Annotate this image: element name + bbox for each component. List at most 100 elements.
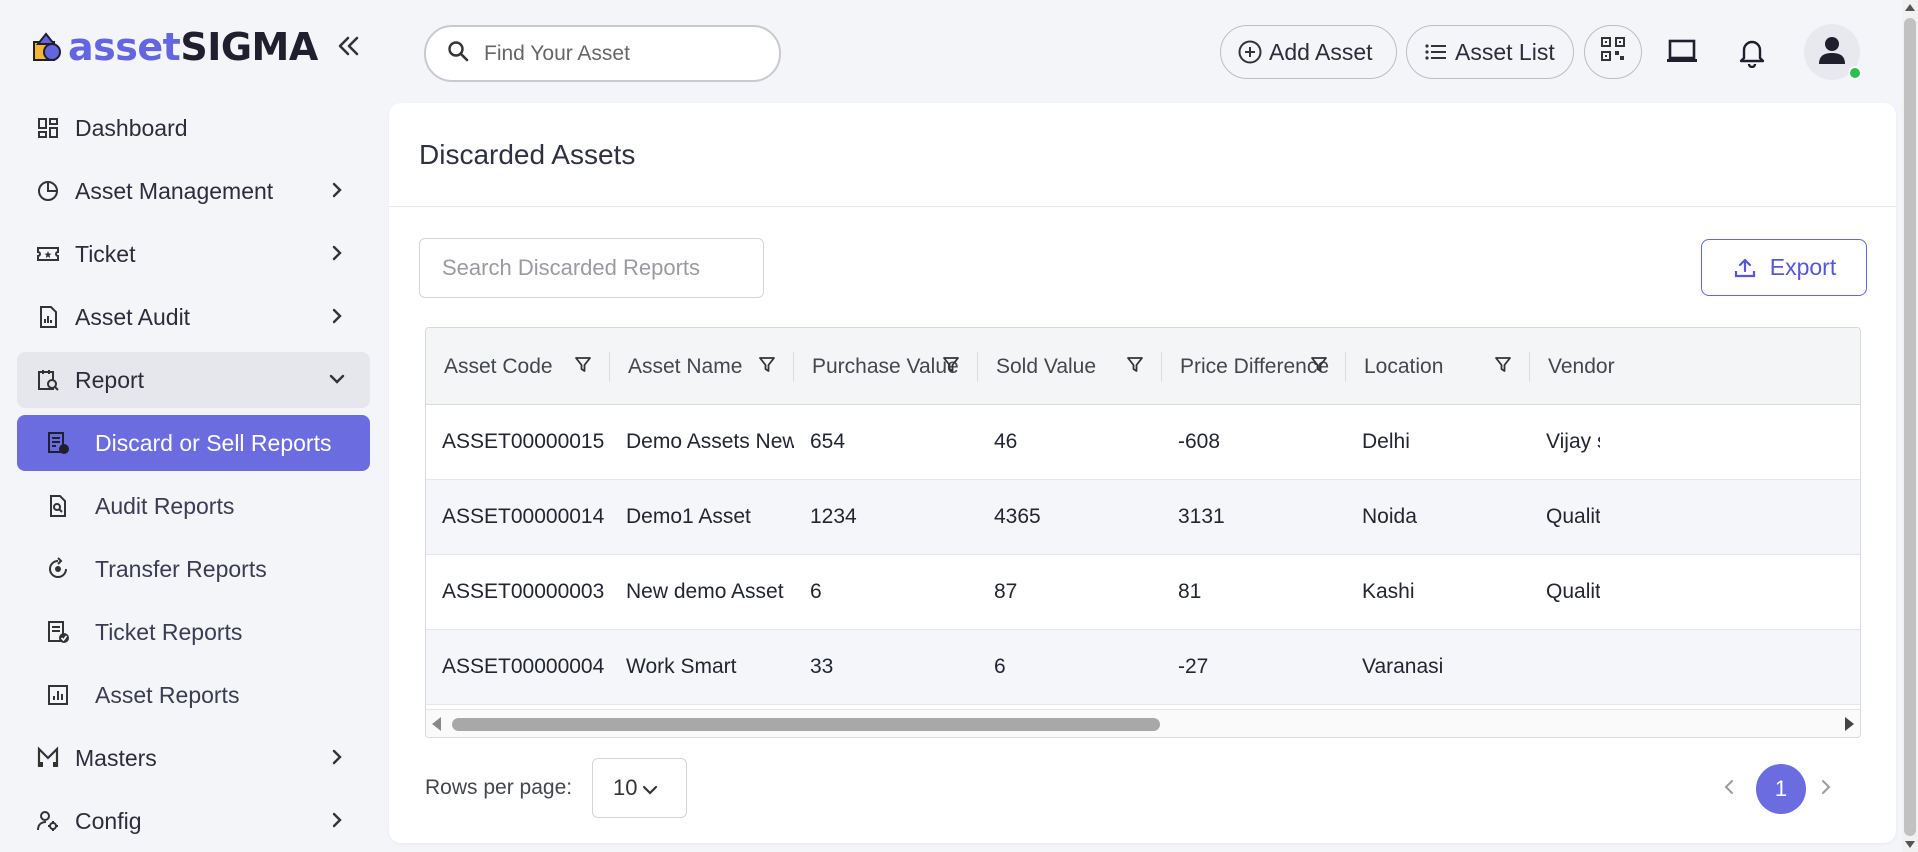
- filter-icon[interactable]: [758, 356, 776, 374]
- sidebar: assetSIGMA Dashboard Asset Management Ti…: [0, 0, 388, 852]
- online-status-dot: [1848, 66, 1862, 80]
- chevron-right-icon: [326, 242, 348, 264]
- filter-icon[interactable]: [1494, 356, 1512, 374]
- rows-per-page-select[interactable]: 10: [592, 758, 687, 818]
- cell-location: Delhi: [1362, 430, 1410, 453]
- global-search[interactable]: [424, 25, 781, 82]
- table-row[interactable]: ASSET00000003 New demo Asset 6 87 81 Kas…: [426, 555, 1860, 630]
- logo-text: assetSIGMA: [68, 25, 318, 69]
- sidebar-subitem-discard-or-sell-reports[interactable]: Discard or Sell Reports: [17, 415, 370, 471]
- column-header-asset-code[interactable]: Asset Code: [426, 328, 610, 405]
- sidebar-item-asset-audit[interactable]: Asset Audit: [17, 289, 370, 345]
- table-row[interactable]: ASSET00000014 Demo1 Asset 1234 4365 3131…: [426, 480, 1860, 555]
- table-row[interactable]: ASSET00000015 Demo Assets New 654 46 -60…: [426, 405, 1860, 480]
- filter-icon[interactable]: [574, 356, 592, 374]
- page-vertical-scrollbar[interactable]: [1902, 0, 1918, 852]
- filter-icon[interactable]: [1126, 356, 1144, 374]
- sidebar-item-ticket[interactable]: Ticket: [17, 226, 370, 282]
- qr-scan-button[interactable]: [1584, 25, 1642, 79]
- collapse-sidebar-icon[interactable]: [332, 30, 364, 62]
- sidebar-subitem-label: Audit Reports: [95, 492, 235, 519]
- table-horizontal-scrollbar[interactable]: [426, 709, 1860, 737]
- scroll-right-arrow-icon[interactable]: [1845, 717, 1854, 731]
- sidebar-item-asset-management[interactable]: Asset Management: [17, 163, 370, 219]
- cell-price-difference: -608: [1178, 430, 1221, 453]
- cell-price-difference: 3131: [1178, 505, 1225, 528]
- cell-asset-name: Work Smart: [626, 655, 737, 678]
- previous-page-icon[interactable]: [1714, 771, 1746, 803]
- search-icon: [446, 39, 470, 68]
- scroll-up-arrow-icon[interactable]: [1905, 4, 1915, 11]
- column-header-price-difference[interactable]: Price Difference: [1162, 328, 1346, 405]
- column-header-vendor[interactable]: Vendor: [1530, 328, 1714, 405]
- table-header: Asset Code Asset Name Purchase Value Sol…: [426, 328, 1860, 405]
- sidebar-item-label: Ticket: [75, 240, 136, 267]
- asset-list-button[interactable]: Asset List: [1406, 25, 1574, 79]
- chevron-down-icon: [641, 779, 659, 797]
- sidebar-item-dashboard[interactable]: Dashboard: [17, 100, 370, 156]
- cell-sold-value: 87: [994, 580, 1018, 603]
- asset-list-label: Asset List: [1455, 38, 1555, 65]
- upload-icon: [1732, 255, 1758, 281]
- scrollbar-thumb[interactable]: [452, 718, 1160, 731]
- transfer-report-icon: [45, 556, 71, 582]
- next-page-icon[interactable]: [1809, 771, 1841, 803]
- add-asset-button[interactable]: Add Asset: [1220, 25, 1397, 79]
- sidebar-subitem-ticket-reports[interactable]: Ticket Reports: [17, 604, 370, 660]
- user-settings-icon: [35, 808, 61, 834]
- column-header-sold-value[interactable]: Sold Value: [978, 328, 1162, 405]
- rows-per-page-label: Rows per page:: [425, 776, 573, 799]
- notification-bell-icon[interactable]: [1730, 30, 1774, 74]
- column-header-asset-name[interactable]: Asset Name: [610, 328, 794, 405]
- list-icon: [1423, 39, 1449, 65]
- scroll-left-arrow-icon[interactable]: [432, 717, 441, 731]
- ticket-report-icon: [45, 619, 71, 645]
- sidebar-subitem-transfer-reports[interactable]: Transfer Reports: [17, 541, 370, 597]
- scrollbar-thumb[interactable]: [1904, 18, 1916, 836]
- user-avatar[interactable]: [1804, 24, 1862, 80]
- brand-logo[interactable]: assetSIGMA: [32, 24, 318, 70]
- cell-vendor: [1530, 630, 1600, 704]
- title-divider: [389, 206, 1896, 207]
- sidebar-item-config[interactable]: Config: [17, 793, 370, 849]
- filter-icon[interactable]: [942, 356, 960, 374]
- filter-icon[interactable]: [1310, 356, 1328, 374]
- sidebar-item-label: Report: [75, 366, 145, 393]
- chevron-right-icon: [326, 179, 348, 201]
- cell-asset-code: ASSET00000004: [442, 655, 605, 678]
- sidebar-subitem-label: Transfer Reports: [95, 555, 267, 582]
- cell-location: Noida: [1362, 505, 1417, 528]
- column-header-purchase-value[interactable]: Purchase Value: [794, 328, 978, 405]
- audit-report-icon: [45, 493, 71, 519]
- sidebar-item-masters[interactable]: Masters: [17, 730, 370, 786]
- page-title: Discarded Assets: [419, 139, 636, 170]
- sidebar-subitem-label: Discard or Sell Reports: [95, 429, 332, 456]
- scroll-down-arrow-icon[interactable]: [1905, 841, 1915, 848]
- search-discarded-reports-input[interactable]: [419, 238, 764, 298]
- cell-vendor: Quality: [1546, 505, 1600, 528]
- logo-mark-icon: [32, 30, 64, 64]
- dashboard-icon: [35, 115, 61, 141]
- cell-asset-code: ASSET00000015: [442, 430, 605, 453]
- sidebar-subitem-asset-reports[interactable]: Asset Reports: [17, 667, 370, 723]
- table-row[interactable]: ASSET00000004 Work Smart 33 6 -27 Varana…: [426, 630, 1860, 705]
- sidebar-item-label: Asset Management: [75, 177, 274, 204]
- export-button[interactable]: Export: [1701, 239, 1867, 296]
- sidebar-subitem-label: Ticket Reports: [95, 618, 243, 645]
- column-header-location[interactable]: Location: [1346, 328, 1530, 405]
- sidebar-nav: Dashboard Asset Management Ticket Asset …: [17, 100, 370, 852]
- page-number-button[interactable]: 1: [1756, 764, 1806, 814]
- sidebar-item-report[interactable]: Report: [17, 352, 370, 408]
- discarded-assets-card: Discarded Assets Export Asset Code Asset…: [389, 103, 1896, 843]
- sidebar-item-label: Dashboard: [75, 114, 188, 141]
- laptop-icon[interactable]: [1660, 30, 1704, 74]
- chevron-right-icon: [326, 746, 348, 768]
- cell-asset-name: New demo Asset: [626, 580, 784, 603]
- asset-report-icon: [45, 682, 71, 708]
- report-search-icon: [35, 367, 61, 393]
- cell-vendor: Quality: [1546, 580, 1600, 603]
- cell-purchase-value: 654: [810, 430, 846, 453]
- discard-report-icon: [45, 430, 71, 456]
- global-search-input[interactable]: [484, 41, 754, 66]
- sidebar-subitem-audit-reports[interactable]: Audit Reports: [17, 478, 370, 534]
